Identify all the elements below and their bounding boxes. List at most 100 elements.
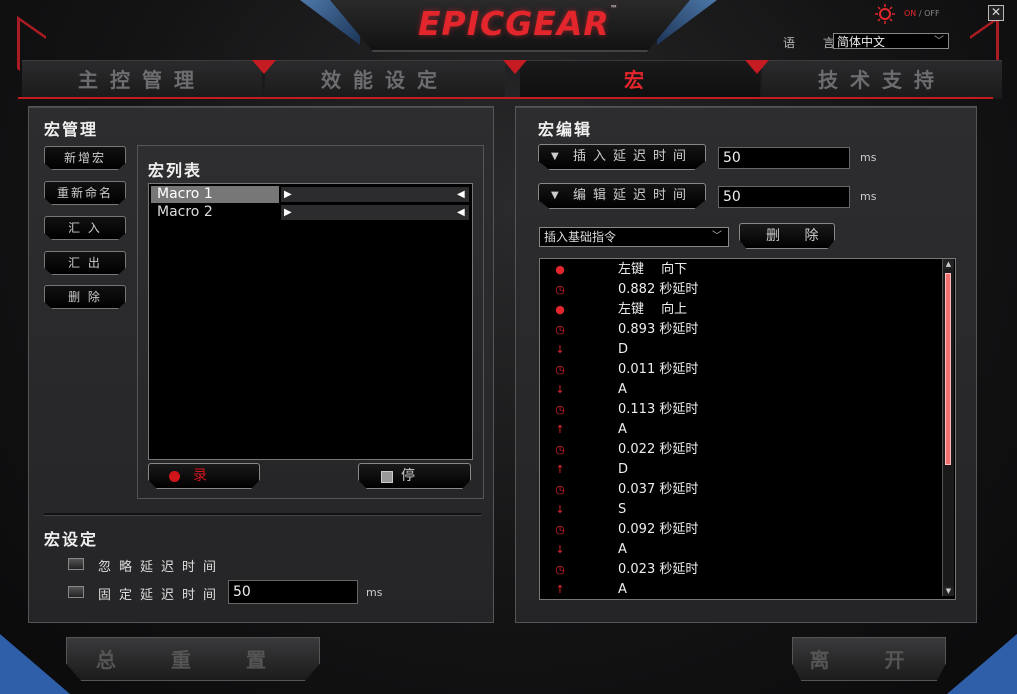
event-list-scrollbar[interactable]: ▲ ▼ (942, 259, 954, 596)
clock-icon: ◷ (555, 483, 565, 496)
macro-event-row[interactable]: ↑ A (540, 580, 940, 599)
macro-event-text: 0.893 秒延时 (618, 322, 699, 337)
macro-event-text: 左键 向上 (618, 302, 688, 317)
macro-event-text: 0.022 秒延时 (618, 442, 699, 457)
arrow-right-icon[interactable]: ▶ (284, 186, 292, 203)
delete-macro-button[interactable]: 删 除 (44, 285, 126, 309)
fixed-delay-input[interactable]: 50 (228, 580, 358, 604)
power-separator: / (918, 9, 922, 18)
macro-event-row[interactable]: ● 左键 向上 (540, 300, 940, 320)
macro-list-item[interactable]: Macro 2 ▶ ◀ (149, 204, 472, 221)
edit-delay-button[interactable]: ▼ 编辑延迟时间 (538, 183, 706, 209)
insert-delay-button[interactable]: ▼ 插入延迟时间 (538, 144, 706, 170)
tab-performance[interactable]: 效能设定 (265, 60, 505, 99)
macro-event-row[interactable]: ↓ A (540, 540, 940, 560)
arrow-left-icon[interactable]: ◀ (457, 204, 465, 221)
macro-name: Macro 1 (151, 186, 279, 203)
macro-event-row[interactable]: ◷ 0.113 秒延时 (540, 400, 940, 420)
arrow-up-icon: ↑ (555, 423, 565, 436)
scroll-up-icon[interactable]: ▲ (943, 259, 954, 269)
clock-icon: ◷ (555, 283, 565, 296)
power-toggle[interactable]: ON / OFF (904, 9, 940, 18)
macro-event-row[interactable]: ◷ 0.011 秒延时 (540, 360, 940, 380)
logo-text: EPICGEAR (418, 4, 610, 43)
macro-event-row[interactable]: ◷ 0.023 秒延时 (540, 560, 940, 580)
close-button[interactable]: ✕ (988, 5, 1004, 21)
triangle-down-icon: ▼ (551, 190, 559, 201)
macro-key-slot[interactable] (281, 205, 469, 220)
power-icon[interactable] (872, 3, 898, 29)
section-divider (44, 513, 481, 516)
macro-event-row[interactable]: ↓ S (540, 500, 940, 520)
ignore-delay-checkbox[interactable] (68, 558, 84, 570)
macro-event-text: D (618, 342, 629, 357)
insert-delay-input[interactable]: 50 (718, 147, 850, 169)
macro-list-title: 宏列表 (148, 161, 203, 180)
fixed-delay-unit: ms (366, 586, 383, 599)
macro-event-text: 0.882 秒延时 (618, 282, 699, 297)
macro-event-row[interactable]: ◷ 0.882 秒延时 (540, 280, 940, 300)
macro-event-row[interactable]: ◷ 0.022 秒延时 (540, 440, 940, 460)
edit-delay-input[interactable]: 50 (718, 186, 850, 208)
macro-event-text: 0.113 秒延时 (618, 402, 699, 417)
main-tabs: 主控管理 效能设定 宏 技术支持 (22, 60, 1002, 99)
reset-all-button[interactable]: 总 重 置 (66, 637, 320, 681)
macro-event-text: S (618, 502, 627, 517)
power-off-label: OFF (924, 9, 940, 18)
arrow-down-icon: ↓ (555, 503, 565, 516)
tab-divider (503, 60, 527, 74)
macro-event-row[interactable]: ● 左键 向下 (540, 260, 940, 280)
new-macro-button[interactable]: 新增宏 (44, 146, 126, 170)
tab-divider (252, 60, 276, 74)
delete-event-button[interactable]: 删 除 (739, 223, 835, 249)
fixed-delay-label: 固定延迟时间 (98, 588, 225, 603)
macro-event-row[interactable]: ↑ D (540, 460, 940, 480)
macro-list-item[interactable]: Macro 1 ▶ ◀ (149, 186, 472, 203)
tab-macro[interactable]: 宏 (520, 60, 760, 99)
scroll-thumb[interactable] (945, 273, 951, 465)
macro-name: Macro 2 (157, 204, 213, 220)
export-button[interactable]: 汇 出 (44, 251, 126, 275)
macro-event-row[interactable]: ↓ A (540, 380, 940, 400)
edit-delay-label: 编辑延迟时间 (573, 188, 694, 203)
clock-icon: ◷ (555, 403, 565, 416)
macro-list[interactable]: Macro 1 ▶ ◀ Macro 2 ▶ ◀ (148, 183, 473, 460)
tab-main-control[interactable]: 主控管理 (22, 60, 262, 99)
macro-event-row[interactable]: ↓ D (540, 340, 940, 360)
macro-event-text: 0.011 秒延时 (618, 362, 699, 377)
macro-event-row[interactable]: ◷ 0.092 秒延时 (540, 520, 940, 540)
scroll-down-icon[interactable]: ▼ (943, 586, 954, 596)
arrow-down-icon: ↓ (555, 383, 565, 396)
macro-event-row[interactable]: ↑ A (540, 420, 940, 440)
chevron-down-icon: ﹀ (934, 36, 944, 47)
insert-command-select[interactable]: 插入基础指令 ﹀ (539, 227, 729, 247)
macro-event-row[interactable]: ◷ 0.037 秒延时 (540, 480, 940, 500)
clock-icon: ◷ (555, 443, 565, 456)
macro-event-text: D (618, 462, 629, 477)
clock-icon: ◷ (555, 323, 565, 336)
stop-button[interactable]: 停 止 (358, 463, 471, 489)
tab-underline (18, 97, 993, 99)
rename-macro-button[interactable]: 重新命名 (44, 181, 126, 205)
tab-support[interactable]: 技术支持 (762, 60, 1002, 99)
macro-event-text: A (618, 422, 627, 437)
macro-editor-title: 宏编辑 (538, 120, 593, 139)
corner-decoration-right (947, 634, 1017, 694)
mouse-icon: ● (555, 303, 565, 316)
macro-event-list[interactable]: ● 左键 向下 ◷ 0.882 秒延时 ● 左键 向上 ◷ 0.893 秒延时 ↓ D ◷ 0.01… (539, 258, 956, 600)
power-on-label: ON (904, 9, 917, 18)
import-button[interactable]: 汇 入 (44, 216, 126, 240)
language-value: 简体中文 (837, 35, 886, 49)
exit-button[interactable]: 离 开 (792, 637, 946, 681)
record-button[interactable]: 录 制 (148, 463, 260, 489)
language-select[interactable]: 简体中文 ﹀ (833, 33, 949, 49)
macro-management-title: 宏管理 (44, 120, 99, 139)
arrow-up-icon: ↑ (555, 463, 565, 476)
arrow-right-icon[interactable]: ▶ (284, 204, 292, 221)
corner-decoration-left (0, 634, 70, 694)
fixed-delay-checkbox[interactable] (68, 586, 84, 598)
macro-event-text: 左键 向下 (618, 262, 688, 277)
arrow-left-icon[interactable]: ◀ (457, 186, 465, 203)
macro-event-row[interactable]: ◷ 0.893 秒延时 (540, 320, 940, 340)
macro-key-slot[interactable] (281, 187, 469, 202)
